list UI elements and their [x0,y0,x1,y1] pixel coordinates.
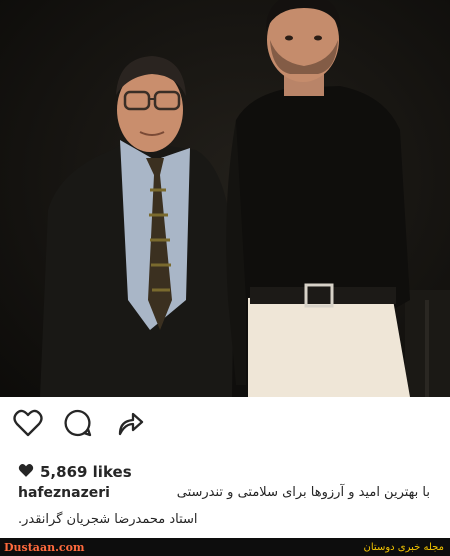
comment-bubble-icon [64,409,92,441]
caption-text-line-2: استاد محمدرضا شجریان گرانقدر. [18,512,198,527]
caption-username[interactable]: hafeznazeri [18,485,110,501]
post-caption: hafeznazeri با بهترین امید و آرزوها برای… [18,485,436,537]
post-photo[interactable] [0,0,450,397]
share-button[interactable] [112,407,148,443]
footer-tagline: مجله خبری دوستان [363,541,444,553]
like-button[interactable] [10,407,46,443]
footer-site-name: Dustaan.com [4,540,85,554]
likes-count: 5,869 likes [40,463,132,481]
share-arrow-icon [116,409,144,441]
likes-row[interactable]: 5,869 likes [18,461,132,483]
heart-outline-icon [13,409,43,441]
post-photo-illustration [0,0,450,397]
watermark-footer: Dustaan.com مجله خبری دوستان [0,538,450,556]
caption-text-line-1: با بهترین امید و آرزوها برای سلامتی و تن… [176,485,430,500]
post-action-bar [0,397,450,453]
comment-button[interactable] [60,407,96,443]
filled-heart-icon [18,463,34,482]
